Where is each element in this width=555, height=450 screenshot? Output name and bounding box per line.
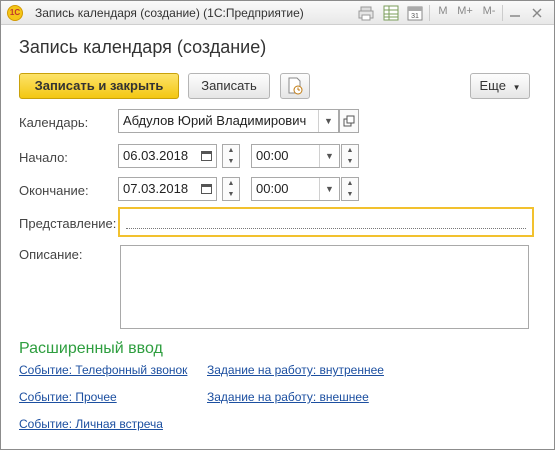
stepper-up-icon[interactable]: ▲ — [342, 145, 358, 156]
input-underline — [126, 228, 526, 229]
more-button[interactable]: Еще ▼ — [470, 73, 530, 99]
end-label: Окончание: — [19, 183, 89, 198]
description-label: Описание: — [19, 247, 83, 262]
presentation-input[interactable] — [118, 207, 534, 237]
m-plus-icon[interactable]: M+ — [456, 5, 474, 21]
end-time-stepper[interactable]: ▲ ▼ — [341, 177, 359, 201]
end-date-value: 07.03.2018 — [123, 181, 189, 196]
start-time-field[interactable]: 00:00 ▼ — [251, 144, 340, 168]
stepper-down-icon[interactable]: ▼ — [342, 189, 358, 200]
open-window-icon — [343, 115, 355, 127]
calendar-icon[interactable]: 31 — [407, 5, 423, 21]
attachment-button[interactable] — [280, 73, 310, 99]
link-event-other[interactable]: Событие: Прочее — [19, 390, 117, 404]
start-date-value: 06.03.2018 — [123, 148, 189, 163]
stepper-down-icon[interactable]: ▼ — [223, 156, 239, 167]
presentation-label: Представление: — [19, 216, 117, 231]
start-date-field[interactable]: 06.03.2018 — [118, 144, 217, 168]
window-title: Запись календаря (создание) (1С:Предприя… — [35, 6, 304, 20]
calendar-value: Абдулов Юрий Владимирович — [123, 113, 307, 128]
calendar-picker-icon[interactable] — [196, 178, 216, 200]
start-time-value: 00:00 — [256, 148, 289, 163]
end-time-field[interactable]: 00:00 ▼ — [251, 177, 340, 201]
start-time-stepper[interactable]: ▲ ▼ — [341, 144, 359, 168]
start-label: Начало: — [19, 150, 68, 165]
stepper-up-icon[interactable]: ▲ — [342, 178, 358, 189]
app-logo-icon: 1С — [7, 5, 23, 21]
m-icon[interactable]: M — [437, 5, 449, 21]
chevron-down-icon[interactable]: ▼ — [319, 178, 339, 200]
calendar-label: Календарь: — [19, 115, 89, 130]
stepper-down-icon[interactable]: ▼ — [342, 156, 358, 167]
toolbar-separator — [429, 5, 430, 21]
end-date-stepper[interactable]: ▲ ▼ — [222, 177, 240, 201]
calendar-field[interactable]: Абдулов Юрий Владимирович ▼ — [118, 109, 339, 133]
save-and-close-button[interactable]: Записать и закрыть — [19, 73, 179, 99]
title-bar: 1С Запись календаря (создание) (1С:Предп… — [1, 1, 554, 25]
end-time-value: 00:00 — [256, 181, 289, 196]
document-clock-icon — [288, 77, 303, 95]
stepper-down-icon[interactable]: ▼ — [223, 189, 239, 200]
more-button-label: Еще — [479, 78, 506, 93]
stepper-up-icon[interactable]: ▲ — [223, 178, 239, 189]
calendar-picker-icon[interactable] — [196, 145, 216, 167]
minimize-icon[interactable] — [509, 5, 521, 21]
close-icon[interactable] — [531, 5, 543, 21]
svg-text:31: 31 — [411, 13, 419, 20]
toolbar-separator — [502, 5, 503, 21]
extended-input-title: Расширенный ввод — [19, 340, 163, 357]
link-task-external[interactable]: Задание на работу: внешнее — [207, 390, 369, 404]
chevron-down-icon[interactable]: ▼ — [319, 145, 339, 167]
form-title: Запись календаря (создание) — [19, 37, 267, 57]
chevron-down-icon[interactable]: ▼ — [318, 110, 338, 132]
chevron-down-icon: ▼ — [512, 83, 521, 92]
save-button[interactable]: Записать — [188, 73, 270, 99]
description-textarea[interactable] — [120, 245, 529, 329]
open-calendar-button[interactable] — [339, 109, 359, 133]
link-event-personal-meeting[interactable]: Событие: Личная встреча — [19, 417, 163, 431]
link-task-internal[interactable]: Задание на работу: внутреннее — [207, 363, 384, 377]
start-date-stepper[interactable]: ▲ ▼ — [222, 144, 240, 168]
stepper-up-icon[interactable]: ▲ — [223, 145, 239, 156]
link-event-phone-call[interactable]: Событие: Телефонный звонок — [19, 363, 187, 377]
m-minus-icon[interactable]: M- — [480, 5, 498, 21]
end-date-field[interactable]: 07.03.2018 — [118, 177, 217, 201]
print-icon[interactable] — [358, 5, 374, 21]
dialog-window: 1С Запись календаря (создание) (1С:Предп… — [0, 0, 555, 450]
table-icon[interactable] — [383, 5, 399, 21]
